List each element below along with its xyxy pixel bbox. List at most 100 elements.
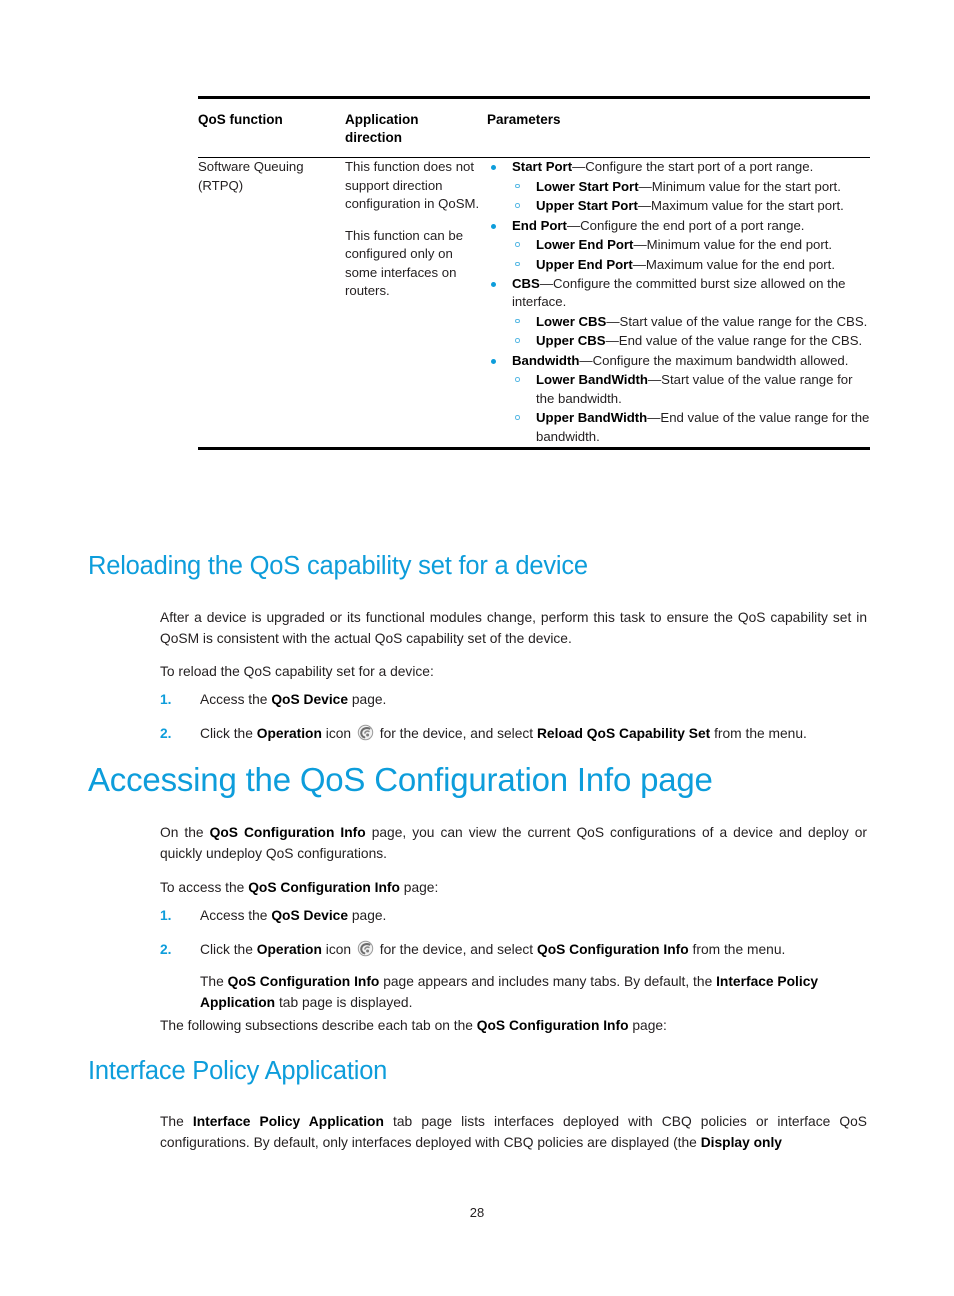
- step-bold-operation: Operation: [256, 725, 322, 741]
- direction-paragraph-1: This function does not support direction…: [345, 159, 480, 212]
- column-header-parameters: Parameters: [487, 112, 561, 127]
- step-bold-qos-device: QoS Device: [271, 692, 349, 707]
- step-text-pre: Click the: [200, 941, 257, 957]
- page-number: 28: [469, 1205, 485, 1220]
- section-accessing-closing: The following subsections describe each …: [160, 1016, 867, 1037]
- step-text-post2: from the menu.: [688, 941, 786, 957]
- list-item: 2. Click the Operation icon for the devic…: [160, 940, 867, 1014]
- operation-icon: [357, 724, 374, 741]
- document-page: QoS function Application direction Param…: [0, 0, 954, 1296]
- list-item: 2. Click the Operation icon for the devic…: [160, 724, 867, 745]
- section-accessing-leadin: To access the QoS Configuration Info pag…: [160, 878, 867, 899]
- parameter-desc: —Configure the start port of a port rang…: [572, 159, 814, 175]
- step-text-post1: for the device, and select: [375, 725, 537, 741]
- parameter-subitem: Upper CBS—End value of the value range f…: [512, 332, 870, 350]
- qos-parameters-table: QoS function Application direction Param…: [198, 96, 870, 451]
- cell-qos-function: Software Queuing (RTPQ): [198, 159, 304, 193]
- section-interface-policy-body: The Interface Policy Application tab pag…: [160, 1112, 867, 1154]
- step-number: 2.: [160, 725, 172, 741]
- parameters-list: Start Port—Configure the start port of a…: [487, 158, 870, 446]
- parameter-item: Start Port—Configure the start port of a…: [487, 158, 870, 215]
- substep-bold-qos-configuration-info: QoS Configuration Info: [227, 973, 380, 989]
- substep-mid: page appears and includes many tabs. By …: [379, 973, 717, 989]
- table-row: Software Queuing (RTPQ) This function do…: [198, 158, 870, 447]
- section-reloading-heading-block: Reloading the QoS capability set for a d…: [88, 552, 868, 580]
- subparameter-desc: —End value of the value range for the CB…: [605, 333, 863, 349]
- section-interface-policy-heading-block: Interface Policy Application: [88, 1057, 888, 1085]
- parameter-desc: —Configure the end port of a port range.: [566, 217, 805, 233]
- subparameter-desc: —Minimum value for the start port.: [638, 178, 841, 194]
- step-text-mid: icon: [321, 725, 355, 741]
- step-text-pre: Access the: [200, 692, 272, 707]
- body-bold-display-only: Display only: [700, 1134, 782, 1150]
- parameter-item: CBS—Configure the committed burst size a…: [487, 275, 870, 351]
- body-bold-interface-policy-application: Interface Policy Application: [192, 1114, 384, 1129]
- body-pre: The: [160, 1114, 193, 1129]
- accessing-leadin-paragraph: To access the QoS Configuration Info pag…: [160, 878, 867, 899]
- heading-interface-policy-application: Interface Policy Application: [88, 1057, 388, 1085]
- subparameter-term: Lower Start Port: [536, 178, 639, 194]
- accessing-intro-paragraph: On the QoS Configuration Info page, you …: [160, 823, 867, 865]
- parameter-subitem: Lower End Port—Minimum value for the end…: [512, 236, 870, 254]
- step-number: 1.: [160, 692, 172, 707]
- parameter-subitem: Upper Start Port—Maximum value for the s…: [512, 197, 870, 215]
- step-bold-qos-device: QoS Device: [271, 908, 349, 923]
- cell-parameters: Start Port—Configure the start port of a…: [487, 158, 870, 447]
- parameter-sublist: Lower Start Port—Minimum value for the s…: [512, 178, 870, 216]
- subparameter-desc: —Minimum value for the end port.: [633, 237, 833, 253]
- parameter-term: Bandwidth: [512, 352, 580, 368]
- substep-pre: The: [200, 973, 228, 989]
- subparameter-term: Lower CBS: [536, 313, 607, 329]
- interface-policy-paragraph: The Interface Policy Application tab pag…: [160, 1112, 867, 1154]
- parameter-subitem: Upper BandWidth—End value of the value r…: [512, 409, 870, 446]
- substep-post: tab page is displayed.: [275, 994, 413, 1010]
- subparameter-term: Lower End Port: [536, 237, 634, 253]
- subparameter-desc: —Maximum value for the end port.: [632, 256, 836, 272]
- column-header-application-direction: Application direction: [345, 112, 419, 145]
- subparameter-term: Lower BandWidth: [536, 372, 648, 388]
- parameter-sublist: Lower BandWidth—Start value of the value…: [512, 371, 870, 446]
- column-header-qos-function: QoS function: [198, 112, 283, 127]
- parameter-term: Start Port: [512, 159, 573, 175]
- section-accessing-heading-block: Accessing the QoS Configuration Info pag…: [88, 761, 888, 798]
- parameter-subitem: Lower CBS—Start value of the value range…: [512, 313, 870, 331]
- step-bold-operation: Operation: [256, 941, 322, 957]
- step-number: 2.: [160, 941, 172, 957]
- heading-accessing-qos-configuration-info: Accessing the QoS Configuration Info pag…: [88, 761, 713, 798]
- accessing-closing-paragraph: The following subsections describe each …: [160, 1016, 867, 1037]
- step-bold-reload-qos-capability-set: Reload QoS Capability Set: [536, 725, 711, 741]
- subparameter-desc: —Maximum value for the start port.: [637, 198, 844, 214]
- section-reloading-intro: After a device is upgraded or its functi…: [160, 608, 867, 650]
- list-item: 1. Access the QoS Device page.: [160, 690, 867, 711]
- accessing-steps-list: 1. Access the QoS Device page. 2. Click th…: [160, 906, 867, 1014]
- step-text-post1: for the device, and select: [375, 941, 537, 957]
- subparameter-desc: —Start value of the value range for the …: [606, 313, 868, 329]
- subparameter-term: Upper End Port: [536, 256, 633, 272]
- step-text-pre: Access the: [200, 908, 272, 923]
- parameter-item: End Port—Configure the end port of a por…: [487, 217, 870, 274]
- subparameter-term: Upper CBS: [536, 333, 606, 349]
- closing-pre: The following subsections describe each …: [160, 1018, 477, 1033]
- table-header-row: QoS function Application direction Param…: [198, 99, 870, 157]
- intro-pre: On the: [160, 825, 210, 840]
- section-accessing-intro: On the QoS Configuration Info page, you …: [160, 823, 867, 865]
- cell-application-direction: This function does not support direction…: [345, 158, 487, 447]
- parameter-subitem: Upper End Port—Maximum value for the end…: [512, 256, 870, 274]
- closing-post: page:: [628, 1018, 667, 1033]
- parameter-subitem: Lower BandWidth—Start value of the value…: [512, 371, 870, 408]
- step-text-mid: icon: [321, 941, 355, 957]
- parameter-sublist: Lower CBS—Start value of the value range…: [512, 313, 870, 351]
- closing-bold-qos-configuration-info: QoS Configuration Info: [476, 1018, 629, 1033]
- parameter-term: End Port: [512, 217, 567, 233]
- subparameter-term: Upper Start Port: [536, 198, 638, 214]
- step-text-post2: from the menu.: [710, 725, 807, 741]
- operation-icon: [357, 940, 374, 957]
- parameter-term: CBS: [512, 276, 540, 291]
- reloading-leadin-paragraph: To reload the QoS capability set for a d…: [160, 664, 434, 679]
- section-reloading-leadin: To reload the QoS capability set for a d…: [160, 662, 867, 683]
- step-text-pre: Click the: [200, 725, 257, 741]
- intro-bold-qos-configuration-info: QoS Configuration Info: [209, 825, 366, 840]
- reloading-intro-paragraph: After a device is upgraded or its functi…: [160, 610, 867, 646]
- step-bold-qos-configuration-info: QoS Configuration Info: [536, 941, 689, 957]
- parameter-item: Bandwidth—Configure the maximum bandwidt…: [487, 352, 870, 446]
